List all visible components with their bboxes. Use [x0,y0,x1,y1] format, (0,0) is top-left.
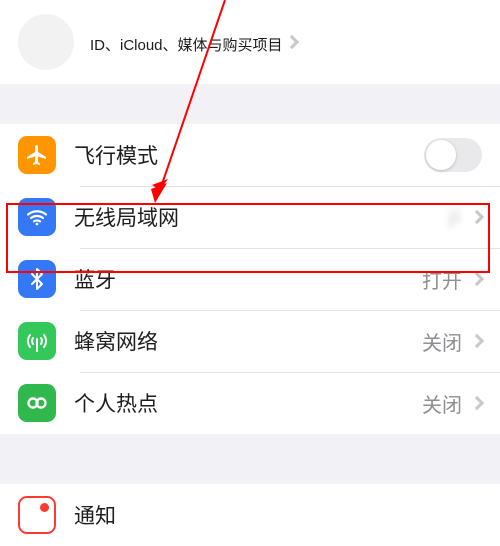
airplane-toggle[interactable] [424,138,482,172]
bluetooth-label: 蓝牙 [74,264,422,294]
profile-subtitle: ID、iCloud、媒体与购买项目 [90,34,283,55]
airplane-row[interactable]: 飞行模式 [0,124,500,186]
airplane-icon [18,136,56,174]
profile-cell[interactable]: ID、iCloud、媒体与购买项目 [0,0,500,84]
hotspot-label: 个人热点 [74,388,422,418]
chevron-right-icon [284,35,298,49]
toggle-knob [426,140,456,170]
profile-text: ID、iCloud、媒体与购买项目 [90,30,283,55]
chevron-right-icon [470,210,484,224]
avatar [18,14,74,70]
chevron-right-icon [470,396,484,410]
network-group: 飞行模式 无线局域网 ji 蓝牙 打开 [0,124,500,434]
airplane-label: 飞行模式 [74,140,424,170]
group-spacer [0,84,500,124]
cellular-row[interactable]: 蜂窝网络 关闭 [0,310,500,372]
notify-group: 通知 [0,484,500,546]
notification-icon [18,496,56,534]
bluetooth-icon [18,260,56,298]
cellular-icon [18,322,56,360]
cellular-value: 关闭 [422,327,462,356]
hotspot-value: 关闭 [422,389,462,418]
profile-group: ID、iCloud、媒体与购买项目 [0,0,500,84]
notify-row[interactable]: 通知 [0,484,500,546]
red-dot-icon [40,503,49,512]
wifi-row[interactable]: 无线局域网 ji [0,186,500,248]
bluetooth-value: 打开 [422,265,462,294]
notify-label: 通知 [74,500,482,530]
wifi-value: ji [449,206,462,229]
cellular-label: 蜂窝网络 [74,326,422,356]
wifi-label: 无线局域网 [74,202,449,232]
chevron-right-icon [470,272,484,286]
bluetooth-row[interactable]: 蓝牙 打开 [0,248,500,310]
group-spacer [0,434,500,484]
chevron-right-icon [470,334,484,348]
hotspot-icon [18,384,56,422]
hotspot-row[interactable]: 个人热点 关闭 [0,372,500,434]
wifi-icon [18,198,56,236]
